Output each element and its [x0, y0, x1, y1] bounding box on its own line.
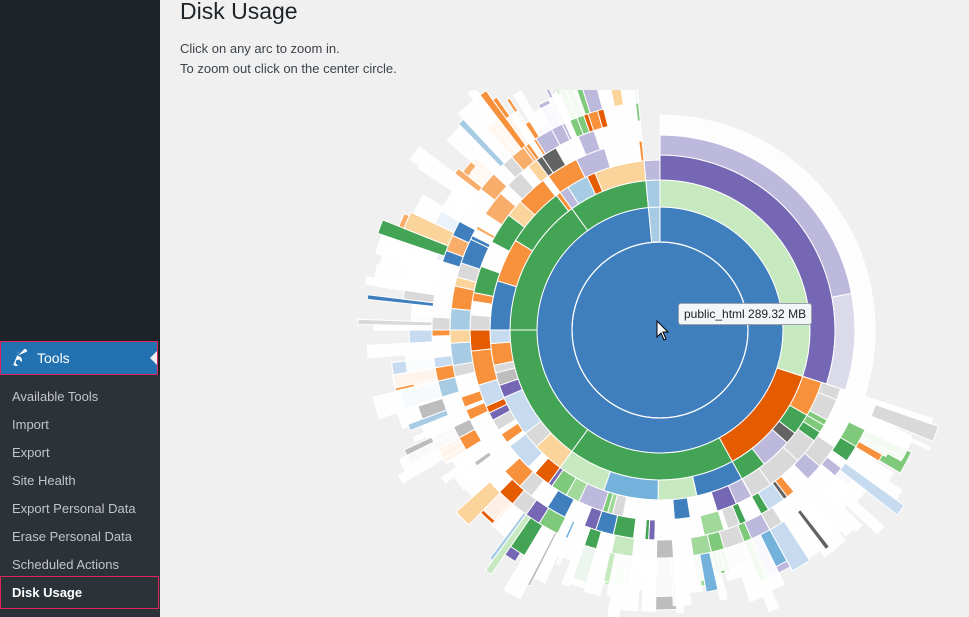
arc-tooltip: public_html 289.32 MB — [678, 303, 813, 325]
sunburst-arc[interactable] — [622, 496, 651, 521]
sunburst-arc[interactable] — [677, 515, 705, 540]
sunburst-chart[interactable] — [160, 90, 969, 617]
mouse-cursor-icon — [656, 320, 670, 341]
submenu-scheduled-actions[interactable]: Scheduled Actions — [12, 557, 119, 572]
sidebar-menu-tools[interactable]: Tools — [0, 341, 158, 375]
sunburst-arc[interactable] — [645, 179, 661, 209]
submenu-erase-personal-data[interactable]: Erase Personal Data — [12, 529, 132, 544]
sunburst-arc[interactable] — [469, 329, 492, 352]
sunburst-arc[interactable] — [653, 557, 674, 597]
submenu-export-personal-data[interactable]: Export Personal Data — [12, 501, 136, 516]
submenu-site-health[interactable]: Site Health — [12, 473, 76, 488]
sunburst-arc[interactable] — [469, 314, 492, 331]
sunburst-arc[interactable] — [408, 329, 433, 344]
current-menu-arrow — [150, 351, 157, 365]
submenu-available-tools[interactable]: Available Tools — [12, 389, 98, 404]
sunburst-arc[interactable] — [643, 159, 661, 182]
submenu-import[interactable]: Import — [12, 417, 49, 432]
sunburst-arc[interactable] — [672, 497, 691, 520]
sunburst-arc[interactable] — [449, 307, 472, 331]
instruction-zoom-in: Click on any arc to zoom in. — [180, 41, 340, 56]
sunburst-arc[interactable] — [654, 519, 668, 541]
page-title: Disk Usage — [180, 0, 298, 24]
submenu-export[interactable]: Export — [12, 445, 50, 460]
sunburst-arc[interactable] — [489, 329, 512, 345]
sidebar-menu-tools-label: Tools — [37, 350, 70, 366]
sunburst-arc[interactable] — [657, 475, 698, 501]
wrench-icon — [13, 348, 28, 366]
sunburst-arc[interactable] — [648, 498, 675, 521]
sunburst-arc[interactable] — [449, 341, 474, 367]
sunburst-arc[interactable] — [666, 518, 681, 541]
sunburst-arc[interactable] — [449, 329, 471, 344]
sunburst-arc[interactable] — [490, 341, 514, 366]
instruction-zoom-out: To zoom out click on the center circle. — [180, 61, 397, 76]
sunburst-arc[interactable] — [410, 303, 434, 323]
submenu-disk-usage[interactable]: Disk Usage — [12, 585, 82, 600]
